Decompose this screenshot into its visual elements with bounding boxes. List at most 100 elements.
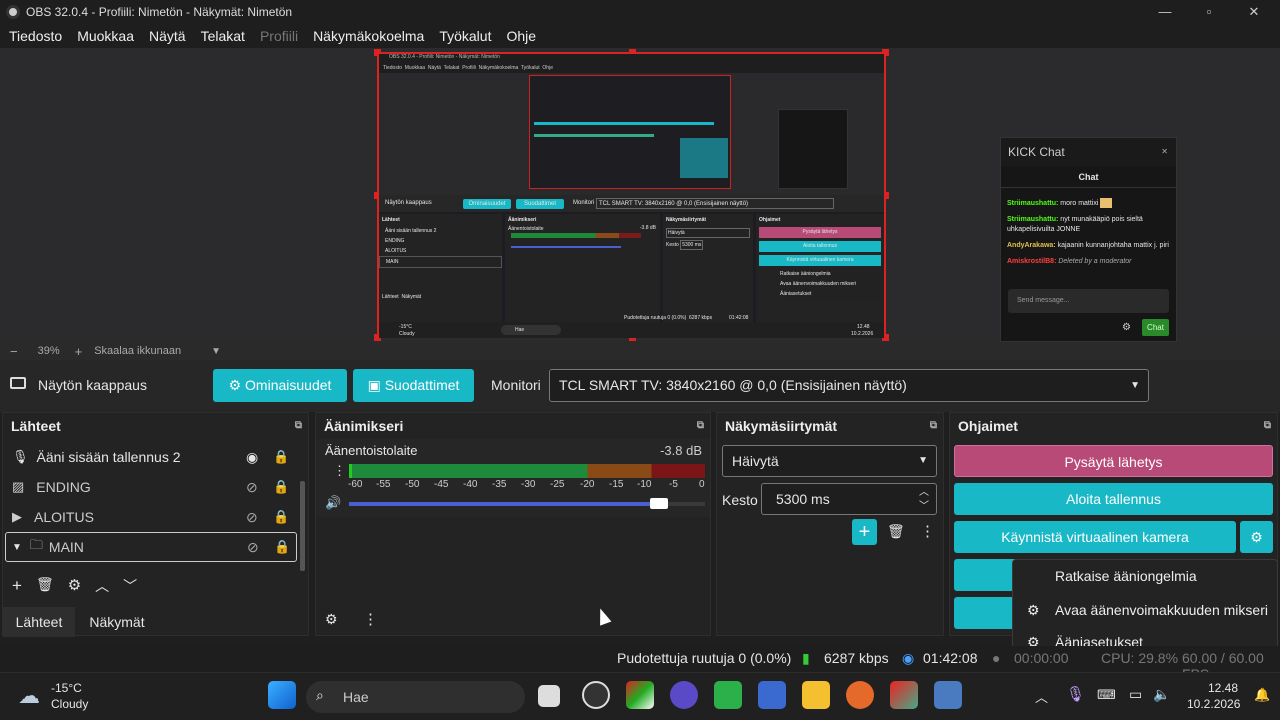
image-icon: ▨ bbox=[12, 479, 25, 494]
zoom-bar: − 39% + Skaalaa ikkunaan ▼ bbox=[0, 342, 1280, 360]
popout-icon[interactable]: ⧉ bbox=[1264, 413, 1271, 439]
network-icon[interactable]: ▭ bbox=[1129, 686, 1142, 703]
volume-slider[interactable] bbox=[349, 498, 705, 509]
properties-button[interactable]: ⚙ Ominaisuudet bbox=[213, 369, 347, 402]
more-icon[interactable]: ⋮ bbox=[363, 610, 378, 628]
menu-profile[interactable]: Profiili bbox=[260, 28, 298, 44]
chevron-down-icon[interactable]: ▼ bbox=[12, 542, 22, 553]
mini-mixer: Äänimikseri Äänentoistolaite -3.8 dB bbox=[505, 214, 660, 322]
eye-hidden-icon[interactable]: ⊘ bbox=[246, 479, 258, 496]
app-icon[interactable] bbox=[934, 681, 962, 709]
filters-button[interactable]: ▣ Suodattimet bbox=[353, 369, 474, 402]
notification-icon[interactable]: 🔔 bbox=[1254, 687, 1270, 703]
lock-icon[interactable]: 🔒 bbox=[273, 509, 289, 525]
search-box[interactable]: ⌕ Hae bbox=[306, 681, 525, 713]
start-virtual-camera-button[interactable]: Käynnistä virtuaalinen kamera bbox=[954, 521, 1236, 553]
eye-hidden-icon[interactable]: ⊘ bbox=[247, 539, 259, 556]
chat-input[interactable]: Send message... bbox=[1008, 289, 1169, 313]
tab-sources[interactable]: Lähteet bbox=[3, 607, 75, 637]
lock-icon[interactable]: 🔒 bbox=[274, 539, 290, 555]
source-item[interactable]: ▨ ENDING ⊘ 🔒 bbox=[3, 472, 308, 502]
chevron-up-icon[interactable]: ︿ bbox=[95, 576, 109, 596]
minimize-button[interactable]: — bbox=[1155, 2, 1175, 22]
stop-streaming-button[interactable]: Pysäytä lähetys bbox=[954, 445, 1273, 477]
gear-icon[interactable]: ⚙ bbox=[325, 611, 338, 628]
add-transition-button[interactable]: + bbox=[852, 519, 877, 545]
chevron-down-icon[interactable]: ﹀ bbox=[919, 492, 929, 522]
chevron-down-icon[interactable]: ﹀ bbox=[123, 576, 137, 596]
popout-icon[interactable]: ⧉ bbox=[930, 413, 937, 439]
volume-slider-handle[interactable] bbox=[649, 498, 668, 509]
menu-item-open-volume-mixer[interactable]: ⚙ Avaa äänenvoimakkuuden mikseri bbox=[1013, 594, 1279, 626]
menu-docks[interactable]: Telakat bbox=[201, 28, 245, 44]
menu-tools[interactable]: Työkalut bbox=[439, 28, 491, 44]
monitor-select[interactable]: TCL SMART TV: 3840x2160 @ 0,0 (Ensisijai… bbox=[549, 369, 1149, 402]
sources-toolbar: + 🗑 ⚙ ︿ ﹀ bbox=[12, 576, 137, 596]
source-item-selected[interactable]: ▼ 🗀 MAIN ⊘ 🔒 bbox=[5, 532, 297, 562]
clock-date: 10.2.2026 bbox=[1187, 697, 1241, 711]
calculator-icon[interactable] bbox=[758, 681, 786, 709]
eye-hidden-icon[interactable]: ⊘ bbox=[246, 509, 258, 526]
obs-app-icon[interactable] bbox=[582, 681, 610, 709]
maximize-button[interactable]: ▫ bbox=[1199, 2, 1219, 22]
menu-file[interactable]: Tiedosto bbox=[9, 28, 62, 44]
app-icon[interactable] bbox=[846, 681, 874, 709]
chevron-down-icon[interactable]: ▼ bbox=[211, 346, 221, 357]
close-button[interactable]: ✕ bbox=[1244, 2, 1264, 22]
chevron-up-icon[interactable]: ︿ bbox=[1035, 687, 1048, 706]
trash-icon[interactable]: 🗑 bbox=[887, 523, 905, 540]
lock-icon[interactable]: 🔒 bbox=[273, 479, 289, 495]
source-toolbar: Näytön kaappaus ⚙ Ominaisuudet ▣ Suodatt… bbox=[0, 360, 1280, 412]
start-recording-button[interactable]: Aloita tallennus bbox=[954, 483, 1273, 515]
task-view-icon[interactable] bbox=[538, 685, 560, 707]
source-item[interactable]: 🎙 Ääni sisään tallennus 2 ◉ 🔒 bbox=[3, 442, 308, 472]
app-icon[interactable] bbox=[670, 681, 698, 709]
close-icon[interactable]: ✕ bbox=[1161, 138, 1168, 166]
menu-item-fix-audio[interactable]: Ratkaise ääniongelmia bbox=[1013, 560, 1279, 592]
eye-icon[interactable]: ◉ bbox=[246, 449, 258, 466]
windows-start-icon[interactable] bbox=[268, 681, 296, 709]
popout-icon[interactable]: ⧉ bbox=[295, 413, 302, 439]
volume-icon[interactable]: 🔈 bbox=[1153, 686, 1170, 703]
chevron-down-icon: ▼ bbox=[918, 455, 928, 466]
menu-edit[interactable]: Muokkaa bbox=[77, 28, 134, 44]
duration-spinbox[interactable]: 5300 ms ︿ ﹀ bbox=[761, 483, 937, 515]
gear-icon[interactable]: ⚙ bbox=[68, 576, 81, 596]
keyboard-icon[interactable]: ⌨ bbox=[1097, 687, 1116, 703]
weather-text: Cloudy bbox=[51, 697, 89, 711]
chat-message: Striimaushattu: nyt munakääpiö pois siel… bbox=[1007, 215, 1143, 233]
zoom-out-button[interactable]: − bbox=[10, 344, 18, 359]
obs-logo-icon bbox=[6, 5, 20, 19]
microphone-icon: 🎙 bbox=[12, 449, 29, 464]
app-icon[interactable] bbox=[626, 681, 654, 709]
popout-icon[interactable]: ⧉ bbox=[697, 413, 704, 439]
app-icon[interactable] bbox=[890, 681, 918, 709]
tab-scenes[interactable]: Näkymät bbox=[77, 607, 157, 637]
more-icon[interactable]: ⋮ bbox=[920, 522, 935, 540]
virtual-camera-settings-button[interactable]: ⚙ bbox=[1240, 521, 1273, 553]
preview-canvas[interactable]: OBS 32.0.4 - Profiili: Nimetön - Näkymät… bbox=[374, 49, 889, 341]
transition-select[interactable]: Häivytä ▼ bbox=[722, 445, 937, 477]
chat-send-button[interactable]: Chat bbox=[1142, 319, 1169, 336]
scrollbar[interactable] bbox=[300, 481, 305, 571]
window-title: OBS 32.0.4 - Profiili: Nimetön - Näkymät… bbox=[26, 5, 293, 19]
more-icon[interactable]: ⋮ bbox=[333, 463, 346, 479]
transitions-dock: Näkymäsiirtymät ⧉ Häivytä ▼ Kesto 5300 ms… bbox=[716, 412, 944, 636]
speaker-icon[interactable]: 🔊 bbox=[325, 495, 341, 511]
menu-help[interactable]: Ohje bbox=[506, 28, 536, 44]
lock-icon[interactable]: 🔒 bbox=[273, 449, 289, 465]
folder-icon[interactable] bbox=[802, 681, 830, 709]
microphone-icon[interactable]: 🎙 bbox=[1066, 685, 1085, 703]
app-icon[interactable] bbox=[714, 681, 742, 709]
menu-scene-collection[interactable]: Näkymäkokoelma bbox=[313, 28, 424, 44]
add-icon[interactable]: + bbox=[12, 576, 22, 596]
trash-icon[interactable]: 🗑 bbox=[36, 576, 54, 596]
volume-meter bbox=[349, 464, 705, 478]
zoom-in-button[interactable]: + bbox=[75, 344, 83, 359]
gear-icon[interactable]: ⚙ bbox=[1122, 322, 1131, 333]
title-bar: OBS 32.0.4 - Profiili: Nimetön - Näkymät… bbox=[0, 0, 1280, 24]
scale-mode-select[interactable]: Skaalaa ikkunaan bbox=[94, 345, 181, 357]
source-item[interactable]: ▶ ALOITUS ⊘ 🔒 bbox=[3, 502, 308, 532]
gear-icon: ⚙ bbox=[1027, 602, 1040, 618]
menu-view[interactable]: Näytä bbox=[149, 28, 186, 44]
